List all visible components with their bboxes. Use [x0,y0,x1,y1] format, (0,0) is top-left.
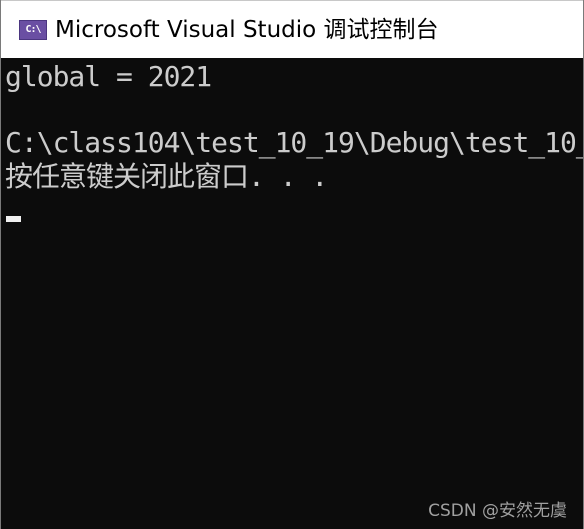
watermark: CSDN @安然无虞 [428,501,567,521]
console-window: C:\ Microsoft Visual Studio 调试控制台 global… [0,0,584,529]
console-line: C:\class104\test_10_19\Debug\test_10_19.… [5,126,583,159]
console-output[interactable]: global = 2021 C:\class104\test_10_19\Deb… [1,58,583,529]
console-line: 按任意键关闭此窗口. . . [5,160,328,193]
window-title: Microsoft Visual Studio 调试控制台 [55,17,439,43]
text-cursor [6,216,21,222]
icon-glyph: C:\ [25,24,41,35]
title-bar[interactable]: C:\ Microsoft Visual Studio 调试控制台 [1,0,583,58]
console-line: global = 2021 [5,60,212,93]
vs-console-icon: C:\ [19,20,47,40]
